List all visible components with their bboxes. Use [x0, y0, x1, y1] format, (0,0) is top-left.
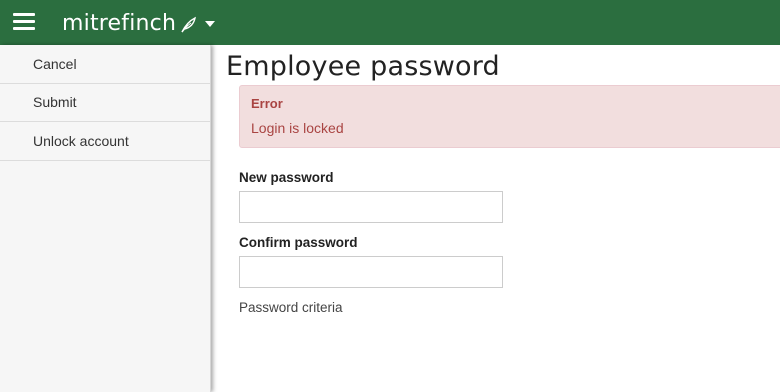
error-alert: Error Login is locked: [239, 85, 780, 148]
sidebar-item-submit[interactable]: Submit: [0, 84, 210, 122]
menu-icon[interactable]: [13, 13, 35, 31]
confirm-password-label: Confirm password: [239, 235, 358, 250]
confirm-password-input[interactable]: [239, 256, 503, 288]
sidebar-item-unlock-account[interactable]: Unlock account: [0, 122, 210, 161]
sidebar-item-label: Unlock account: [33, 132, 129, 149]
brand-dropdown[interactable]: mitrefinch: [62, 8, 216, 38]
new-password-label: New password: [239, 170, 334, 185]
feather-icon: [181, 16, 197, 33]
new-password-input[interactable]: [239, 191, 503, 223]
sidebar-item-label: Submit: [33, 94, 77, 111]
brand-name: mitrefinch: [62, 10, 177, 36]
main-content: Employee password Error Login is locked …: [214, 45, 780, 392]
alert-title: Error: [251, 96, 283, 111]
password-criteria-link[interactable]: Password criteria: [239, 300, 343, 315]
chevron-down-icon: [205, 21, 216, 27]
page-title: Employee password: [226, 51, 500, 82]
top-navbar: mitrefinch: [0, 0, 780, 45]
alert-message: Login is locked: [251, 120, 344, 136]
sidebar: Cancel Submit Unlock account: [0, 45, 211, 392]
sidebar-item-label: Cancel: [33, 55, 77, 72]
sidebar-item-cancel[interactable]: Cancel: [0, 45, 210, 84]
